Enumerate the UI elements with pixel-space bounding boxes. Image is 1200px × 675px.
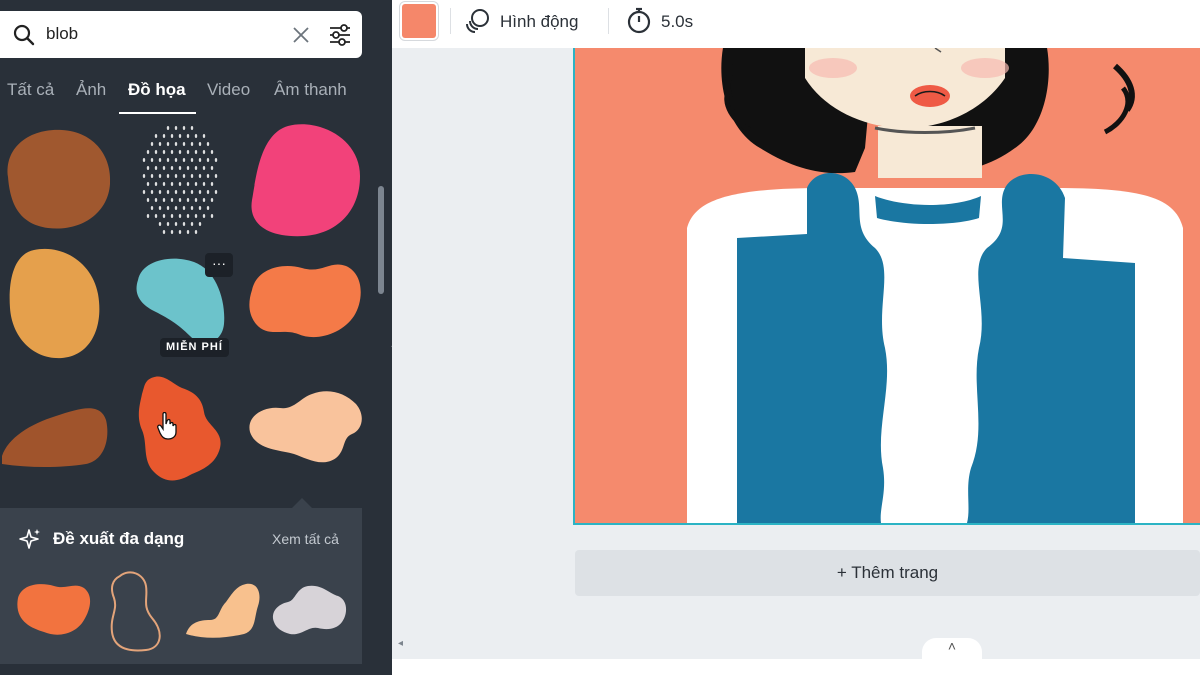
add-page-button[interactable]: + Thêm trang bbox=[575, 550, 1200, 596]
elements-panel: Tất cả Ảnh Đồ họa Video Âm thanh bbox=[0, 0, 392, 675]
graphic-item[interactable] bbox=[246, 260, 364, 342]
more-options-button[interactable]: ··· bbox=[205, 253, 233, 277]
category-tabs: Tất cả Ảnh Đồ họa Video Âm thanh bbox=[0, 72, 392, 116]
suggestion-item[interactable] bbox=[14, 580, 92, 638]
suggestion-item[interactable] bbox=[106, 570, 168, 654]
graphic-item[interactable] bbox=[248, 120, 363, 238]
sparkle-icon bbox=[19, 529, 40, 549]
graphic-item[interactable] bbox=[138, 372, 224, 484]
graphic-item[interactable] bbox=[138, 122, 223, 242]
suggestion-pointer bbox=[292, 498, 312, 508]
free-badge: MIỄN PHÍ bbox=[160, 338, 229, 357]
tab-audio[interactable]: Âm thanh bbox=[274, 80, 347, 100]
color-picker-button[interactable] bbox=[402, 4, 436, 38]
toolbar-divider bbox=[450, 8, 451, 34]
girl-illustration[interactable] bbox=[575, 48, 1200, 523]
design-canvas-area: + Thêm trang ◂ ˄ bbox=[392, 48, 1200, 675]
graphic-item[interactable] bbox=[0, 402, 110, 468]
expand-up-icon[interactable]: ˄ bbox=[922, 638, 982, 660]
scroll-left-icon[interactable]: ◂ bbox=[398, 638, 403, 649]
suggestions-section: Đề xuất đa dạng Xem tất cả bbox=[0, 508, 362, 664]
search-box[interactable] bbox=[0, 11, 362, 58]
toolbar-divider bbox=[608, 8, 609, 34]
graphic-item[interactable] bbox=[246, 388, 364, 466]
graphic-item[interactable] bbox=[0, 122, 115, 237]
filter-icon[interactable] bbox=[328, 23, 352, 47]
suggestions-title: Đề xuất đa dạng bbox=[53, 529, 185, 548]
active-tab-indicator bbox=[119, 112, 196, 114]
tab-graphics[interactable]: Đồ họa bbox=[128, 80, 186, 100]
see-all-link[interactable]: Xem tất cả bbox=[272, 531, 339, 547]
tab-all[interactable]: Tất cả bbox=[7, 80, 54, 100]
duration-label: 5.0s bbox=[661, 12, 694, 31]
tab-video[interactable]: Video bbox=[207, 80, 250, 100]
search-icon bbox=[13, 24, 35, 46]
hand-cursor-icon bbox=[157, 412, 177, 440]
graphics-grid bbox=[0, 118, 372, 503]
graphic-item[interactable] bbox=[6, 246, 102, 361]
editor-toolbar: Hình động 5.0s bbox=[392, 0, 1200, 48]
stopwatch-icon bbox=[627, 7, 651, 34]
animate-icon bbox=[466, 9, 489, 33]
animate-label: Hình động bbox=[500, 12, 579, 31]
suggestion-item[interactable] bbox=[182, 580, 264, 640]
search-input[interactable] bbox=[46, 19, 276, 49]
clear-search-icon[interactable] bbox=[290, 24, 312, 46]
suggestion-item[interactable] bbox=[268, 582, 348, 638]
panel-scrollbar[interactable] bbox=[378, 186, 384, 294]
design-page[interactable] bbox=[573, 48, 1200, 525]
tab-photos[interactable]: Ảnh bbox=[76, 80, 106, 100]
bottom-bar bbox=[392, 659, 1200, 675]
